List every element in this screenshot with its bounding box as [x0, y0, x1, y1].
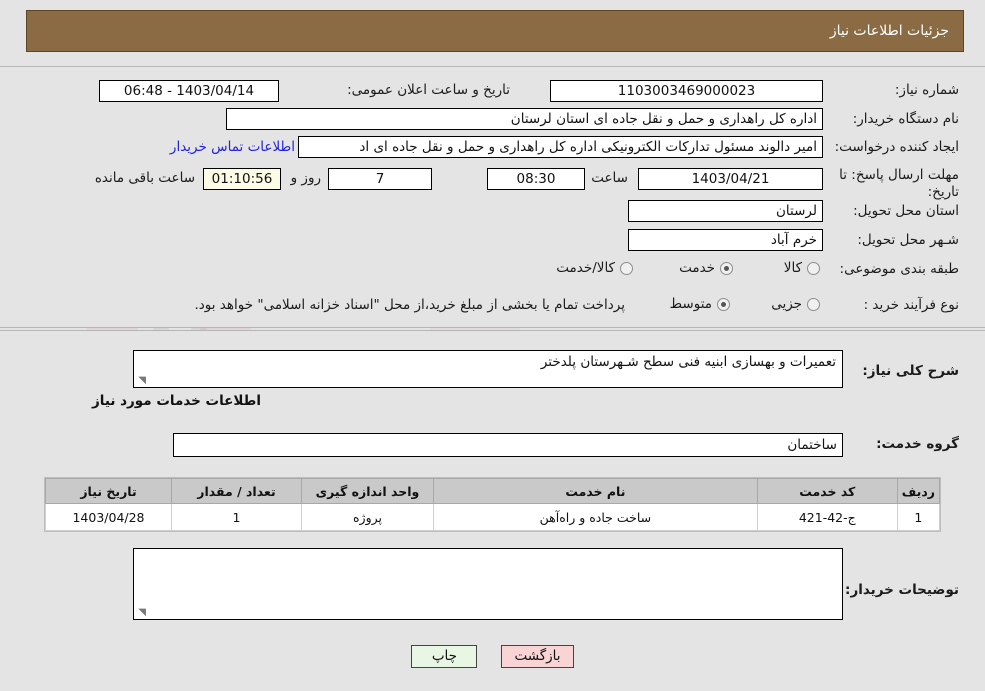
remaining-days-field[interactable]: 7	[328, 168, 432, 190]
page-root: AnaTender.net جزئیات اطلاعات نیاز شماره …	[0, 0, 985, 691]
need-number-label: شماره نیاز:	[894, 82, 959, 98]
cell-unit: پروژه	[301, 503, 434, 531]
buyer-notes-textarea[interactable]: ◥	[133, 548, 843, 620]
announce-datetime-label: تاریخ و ساعت اعلان عمومی:	[347, 82, 510, 98]
buyer-contact-link[interactable]: اطلاعات تماس خریدار	[170, 139, 295, 155]
purchase-process-option-motevaset[interactable]: متوسط	[670, 296, 730, 312]
radio-kala[interactable]	[807, 261, 820, 275]
cell-row-no: 1	[896, 503, 941, 531]
cell-need-date: 1403/04/28	[45, 503, 172, 531]
need-description-label: شرح کلی نیاز:	[862, 363, 959, 379]
radio-khedmat[interactable]	[720, 261, 733, 275]
purchase-process-option-jozei-label: جزیی	[771, 296, 802, 312]
cell-service-code: ج-42-421	[756, 503, 898, 531]
col-need-date: تاریخ نیاز	[45, 478, 172, 504]
purchase-process-note: پرداخت تمام یا بخشی از مبلغ خرید،از محل …	[194, 297, 625, 313]
category-option-khedmat-label: خدمت	[679, 260, 715, 276]
purchase-process-option-motevaset-label: متوسط	[669, 296, 712, 312]
service-group-field[interactable]: ساختمان	[173, 433, 843, 457]
col-unit: واحد اندازه گیری	[301, 478, 434, 504]
radio-motevaset[interactable]	[717, 297, 730, 311]
services-heading: اطلاعات خدمات مورد نیاز	[91, 393, 261, 409]
reply-deadline-label: مهلت ارسال پاسخ: تا تاریخ:	[829, 167, 959, 201]
need-number-field[interactable]: 1103003469000023	[550, 80, 823, 102]
request-creator-field[interactable]: امیر دالوند مسئول تدارکات الکترونیکی ادا…	[298, 136, 823, 158]
purchase-process-label: نوع فرآیند خرید :	[863, 297, 959, 313]
need-description-textarea[interactable]: تعمیرات و بهسازی ابنیه فنی سطح شـهرستان …	[133, 350, 843, 388]
category-option-kala-label: کالا	[783, 260, 802, 276]
buyer-org-field[interactable]: اداره کل راهداری و حمل و نقل جاده ای است…	[226, 108, 823, 130]
countdown-label: ساعت باقی مانده	[94, 170, 195, 186]
buyer-org-label: نام دستگاه خریدار:	[852, 111, 959, 127]
category-label: طبقه بندی موضوعی:	[839, 261, 959, 277]
cell-service-name: ساخت جاده و راه‌آهن	[433, 503, 758, 531]
delivery-city-label: شـهر محل تحویل:	[857, 232, 959, 248]
countdown-field[interactable]: 01:10:56	[203, 168, 281, 190]
remaining-days-label: روز و	[290, 170, 321, 186]
buyer-notes-label: توضیحات خریدار:	[845, 582, 959, 598]
service-group-label: گروه خدمت:	[876, 436, 959, 452]
category-option-kala-khedmat[interactable]: کالا/خدمت	[556, 260, 633, 276]
category-option-kala-khedmat-label: کالا/خدمت	[556, 260, 615, 276]
page-header: جزئیات اطلاعات نیاز	[26, 10, 964, 52]
table-header-row: ردیف کد خدمت نام خدمت واحد اندازه گیری ت…	[45, 478, 941, 504]
services-table: ردیف کد خدمت نام خدمت واحد اندازه گیری ت…	[44, 477, 941, 532]
print-button[interactable]: چاپ	[411, 645, 478, 668]
radio-jozei[interactable]	[807, 297, 820, 311]
col-quantity: تعداد / مقدار	[171, 478, 302, 504]
reply-deadline-date-field[interactable]: 1403/04/21	[638, 168, 823, 190]
category-option-khedmat[interactable]: خدمت	[679, 260, 733, 276]
col-row-no: ردیف	[896, 478, 941, 504]
resize-handle-icon[interactable]: ◥	[136, 376, 146, 386]
delivery-province-field[interactable]: لرستان	[628, 200, 823, 222]
reply-deadline-time-label: ساعت	[591, 170, 628, 186]
cell-quantity: 1	[171, 503, 302, 531]
table-row: 1 ج-42-421 ساخت جاده و راه‌آهن پروژه 1 1…	[45, 503, 941, 531]
purchase-process-option-jozei[interactable]: جزیی	[771, 296, 820, 312]
announce-datetime-field[interactable]: 1403/04/14 - 06:48	[99, 80, 279, 102]
reply-deadline-label-line2: تاریخ:	[927, 183, 959, 200]
reply-deadline-time-field[interactable]: 08:30	[487, 168, 585, 190]
resize-handle-icon-2[interactable]: ◥	[136, 608, 146, 618]
radio-kala-khedmat[interactable]	[620, 261, 633, 275]
col-service-code: کد خدمت	[756, 478, 898, 504]
delivery-city-field[interactable]: خرم آباد	[628, 229, 823, 251]
back-button[interactable]: بازگشت	[501, 645, 574, 668]
request-creator-label: ایجاد کننده درخواست:	[834, 139, 959, 155]
need-description-text: تعمیرات و بهسازی ابنیه فنی سطح شـهرستان …	[540, 354, 836, 370]
delivery-province-label: استان محل تحویل:	[853, 203, 959, 219]
category-option-kala[interactable]: کالا	[784, 260, 820, 276]
page-title: جزئیات اطلاعات نیاز	[829, 23, 949, 39]
footer-button-bar: بازگشت چاپ	[0, 645, 985, 668]
col-service-name: نام خدمت	[433, 478, 758, 504]
reply-deadline-label-line1: مهلت ارسال پاسخ: تا	[839, 167, 959, 183]
